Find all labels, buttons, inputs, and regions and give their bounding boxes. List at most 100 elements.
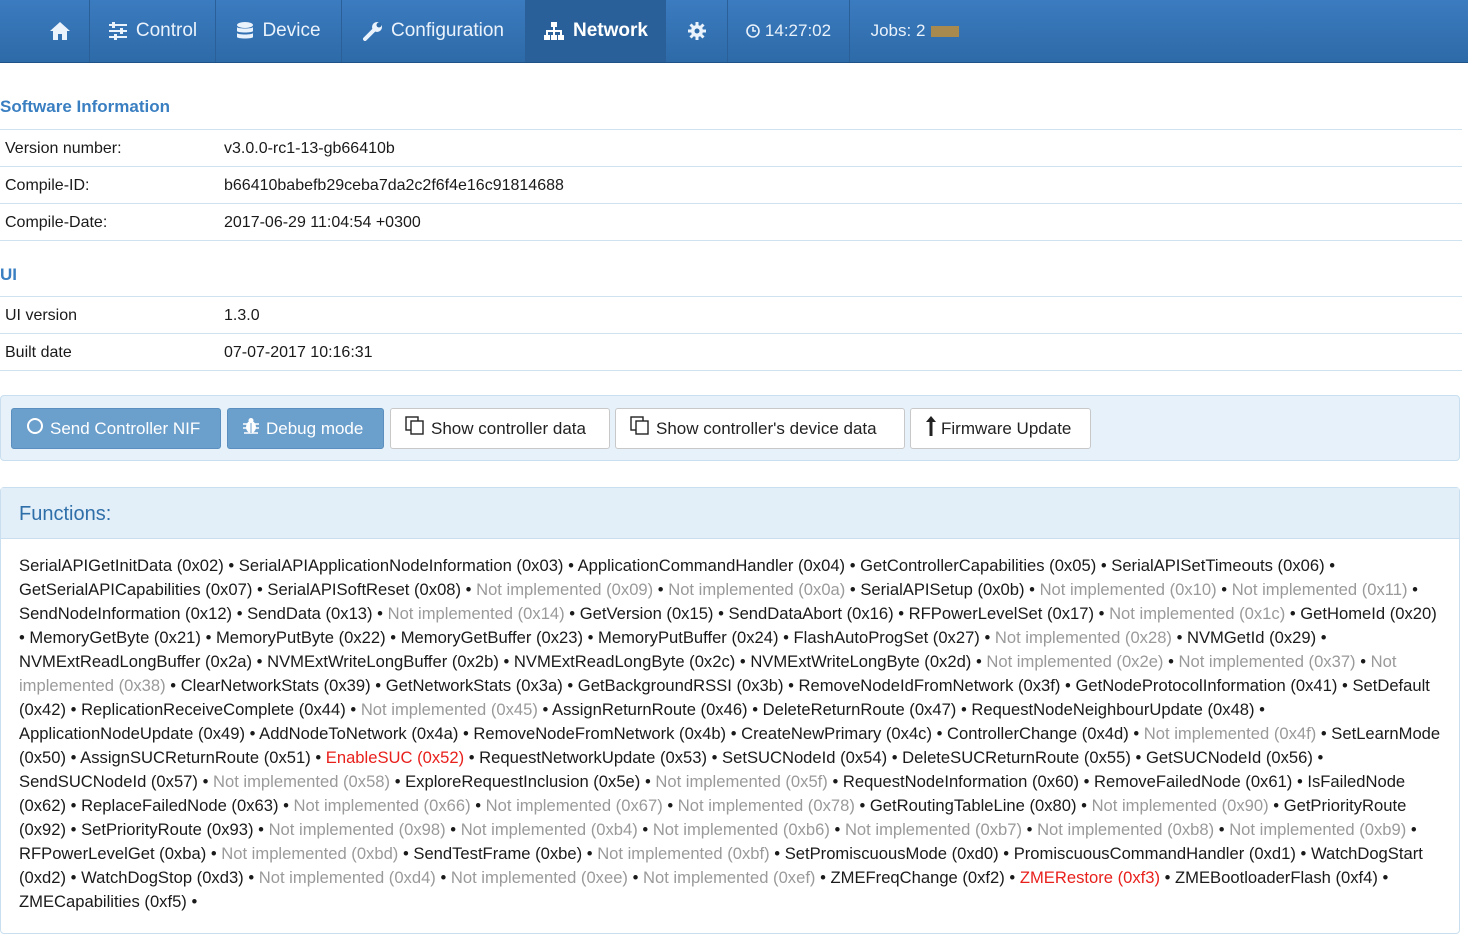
functions-title: Functions:: [19, 503, 112, 525]
nav-configuration[interactable]: Configuration: [342, 0, 526, 62]
function-item: RemoveNodeFromNetwork (0x4b): [473, 724, 727, 743]
row-value: 2017-06-29 11:04:54 +0300: [224, 214, 421, 231]
function-item: RFPowerLevelSet (0x17): [908, 604, 1095, 623]
function-item: ControllerChange (0x4d): [947, 724, 1129, 743]
function-item: SendData (0x13): [247, 604, 373, 623]
sitemap-icon: [543, 21, 565, 41]
show-controller-data-label: Show controller data: [431, 418, 586, 438]
nav-clock: 14:27:02: [728, 0, 850, 62]
function-item: SerialAPIApplicationNodeInformation (0x0…: [238, 556, 564, 575]
function-item: Not implemented (0xbd): [221, 844, 399, 863]
function-item: AssignReturnRoute (0x46): [552, 700, 748, 719]
function-item: Not implemented (0xb6): [652, 820, 830, 839]
clock-icon: [746, 24, 760, 38]
function-item: MemoryPutBuffer (0x24): [598, 628, 779, 647]
debug-mode-button[interactable]: Debug mode: [227, 408, 384, 449]
show-controller-data-button[interactable]: Show controller data: [390, 408, 610, 449]
function-item: NVMExtWriteLongBuffer (0x2b): [267, 652, 499, 671]
function-item: RequestNodeNeighbourUpdate (0x48): [971, 700, 1255, 719]
function-item: Not implemented (0x11): [1231, 580, 1408, 599]
function-item: RemoveNodeIdFromNetwork (0x3f): [798, 676, 1061, 695]
function-item: Not implemented (0xef): [643, 868, 816, 887]
function-item: Not implemented (0x5f): [655, 772, 828, 791]
nav-device-label: Device: [262, 20, 321, 41]
function-item: GetBackgroundRSSI (0x3b): [577, 676, 784, 695]
copy-icon: [630, 416, 650, 441]
row-label: Compile-ID:: [5, 177, 90, 194]
send-nif-label: Send Controller NIF: [50, 418, 201, 438]
function-item: DeleteSUCReturnRoute (0x55): [902, 748, 1131, 767]
function-item: CreateNewPrimary (0x4c): [741, 724, 932, 743]
software-section-title: Software Information: [0, 97, 171, 116]
function-item: GetControllerCapabilities (0x05): [860, 556, 1097, 575]
function-item: ZMECapabilities (0xf5): [19, 892, 187, 911]
function-item: GetVersion (0x15): [579, 604, 714, 623]
wrench-icon: [362, 21, 383, 41]
row-label: UI version: [5, 307, 78, 324]
function-item: Not implemented (0x28): [994, 628, 1172, 647]
function-item: GetNodeProtocolInformation (0x41): [1075, 676, 1338, 695]
nav-control[interactable]: Control: [90, 0, 216, 62]
function-item: Not implemented (0xb7): [844, 820, 1023, 839]
function-item: ApplicationNodeUpdate (0x49): [19, 724, 246, 743]
function-item: RequestNodeInformation (0x60): [842, 772, 1079, 791]
function-item: RemoveFailedNode (0x61): [1094, 772, 1293, 791]
function-item: Not implemented (0xb9): [1229, 820, 1407, 839]
nav-jobs[interactable]: Jobs: 2: [850, 0, 980, 62]
function-item: NVMExtReadLongBuffer (0x2a): [19, 652, 253, 671]
show-device-data-label: Show controller's device data: [656, 418, 877, 438]
row-label: Built date: [5, 344, 72, 361]
function-item: ExploreRequestInclusion (0x5e): [405, 772, 641, 791]
nav-settings[interactable]: [666, 0, 728, 62]
function-item: Not implemented (0x2e): [986, 652, 1164, 671]
function-item: AssignSUCReturnRoute (0x51): [80, 748, 311, 767]
info-row-compile-date: Compile-Date: 2017-06-29 11:04:54 +0300: [0, 203, 1462, 240]
function-item: EnableSUC (0x52): [325, 748, 465, 767]
function-item: GetRoutingTableLine (0x80): [869, 796, 1077, 815]
info-row-ui-version: UI version 1.3.0: [0, 296, 1462, 333]
function-item: Not implemented (0x14): [387, 604, 565, 623]
function-item: SetPromiscuousMode (0xd0): [784, 844, 999, 863]
function-item: Not implemented (0xb8): [1037, 820, 1215, 839]
jobs-label: Jobs: 2: [870, 21, 926, 40]
function-item: Not implemented (0x09): [476, 580, 654, 599]
function-item: MemoryPutByte (0x22): [215, 628, 386, 647]
function-item: PromiscuousCommandHandler (0xd1): [1013, 844, 1296, 863]
firmware-update-button[interactable]: Firmware Update: [910, 408, 1091, 449]
function-item: ClearNetworkStats (0x39): [180, 676, 371, 695]
function-item: SetSUCNodeId (0x54): [722, 748, 888, 767]
function-item: SerialAPISetup (0x0b): [860, 580, 1025, 599]
function-item: Not implemented (0x10): [1039, 580, 1217, 599]
nav-network[interactable]: Network: [526, 0, 666, 62]
sliders-icon: [108, 22, 128, 40]
clock-time: 14:27:02: [764, 21, 832, 40]
row-value: v3.0.0-rc1-13-gb66410b: [224, 140, 395, 157]
function-item: NVMExtWriteLongByte (0x2d): [750, 652, 972, 671]
function-item: SendSUCNodeId (0x57): [19, 772, 198, 791]
nav-home[interactable]: [30, 0, 90, 62]
gear-icon: [687, 21, 707, 41]
function-item: GetHomeId (0x20): [1300, 604, 1437, 623]
function-item: MemoryGetBuffer (0x23): [400, 628, 583, 647]
function-item: Not implemented (0xee): [450, 868, 628, 887]
send-controller-nif-button[interactable]: Send Controller NIF: [11, 408, 221, 449]
info-row-compile-id: Compile-ID: b66410babefb29ceba7da2c2f6f4…: [0, 166, 1462, 203]
database-icon: [236, 21, 254, 41]
jobs-progress-bar: [931, 25, 960, 37]
function-item: GetSUCNodeId (0x56): [1145, 748, 1313, 767]
function-item: DeleteReturnRoute (0x47): [762, 700, 957, 719]
function-item: Not implemented (0x58): [212, 772, 391, 791]
nav-control-label: Control: [135, 20, 198, 41]
nav-device[interactable]: Device: [216, 0, 342, 62]
show-device-data-button[interactable]: Show controller's device data: [615, 408, 905, 449]
table-bottom-border: [0, 240, 1462, 241]
function-item: RequestNetworkUpdate (0x53): [479, 748, 707, 767]
row-label: Compile-Date:: [5, 214, 108, 231]
arrow-up-icon: [925, 415, 937, 442]
function-item: RFPowerLevelGet (0xba): [19, 844, 207, 863]
function-item: Not implemented (0x4f): [1143, 724, 1317, 743]
function-item: ZMEFreqChange (0xf2): [830, 868, 1005, 887]
controller-action-bar: Send Controller NIF Debug mode Show cont…: [0, 395, 1460, 461]
function-item: Not implemented (0xb4): [460, 820, 638, 839]
function-item: Not implemented (0x78): [677, 796, 855, 815]
